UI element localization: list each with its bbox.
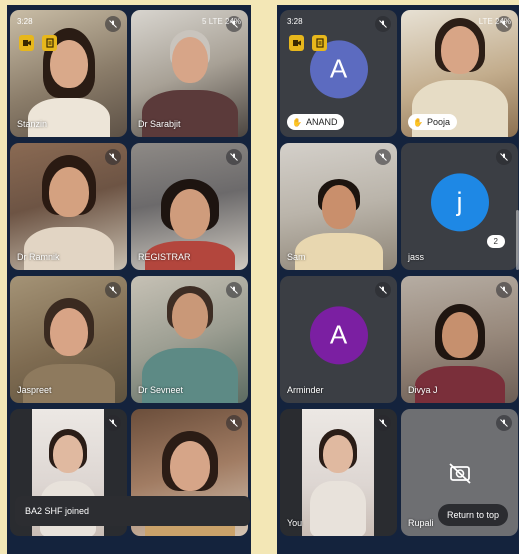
- meeting-indicators: [19, 35, 57, 51]
- mic-muted-icon: [496, 149, 512, 165]
- raised-hand-icon: ✋: [413, 117, 423, 127]
- participant-name-pill: ✋ ANAND: [287, 114, 345, 130]
- participant-name: ANAND: [305, 117, 338, 127]
- participant-name: Arminder: [287, 385, 324, 395]
- raised-hand-icon: ✋: [292, 117, 302, 127]
- participant-grid: Stanzin Dr Sarabjit Dr Ramnik REGISTRAR …: [10, 10, 248, 536]
- participant-avatar: A: [309, 305, 368, 364]
- mic-muted-icon: [375, 282, 391, 298]
- mic-muted-icon: [226, 16, 242, 32]
- participant-tile[interactable]: Stanzin: [10, 10, 127, 137]
- left-phone-screen: 3:28 5 LTE 24% Stanzin Dr Sarabjit Dr Ra…: [7, 5, 251, 554]
- participant-name: Dr Sevneet: [138, 385, 184, 395]
- participant-tile[interactable]: Divya J: [401, 276, 518, 403]
- participant-name: Sam: [287, 252, 306, 262]
- mic-muted-icon: [105, 16, 121, 32]
- participant-name-pill: ✋ Pooja: [408, 114, 457, 130]
- participant-name: You: [287, 518, 303, 528]
- participant-avatar: j: [430, 172, 489, 231]
- mic-muted-icon: [496, 415, 512, 431]
- participant-name: Stanzin: [17, 119, 48, 129]
- participant-tile[interactable]: Dr Ramnik: [10, 143, 127, 270]
- mic-muted-icon: [375, 16, 391, 32]
- participant-tile[interactable]: Dr Sarabjit: [131, 10, 248, 137]
- participant-tile[interactable]: Jaspreet: [10, 276, 127, 403]
- participant-name: Pooja: [426, 117, 450, 127]
- participant-tile[interactable]: REGISTRAR: [131, 143, 248, 270]
- participant-name: Divya J: [408, 385, 438, 395]
- recording-indicator-icon[interactable]: [19, 35, 34, 51]
- participant-name: Dr Ramnik: [17, 252, 60, 262]
- participant-name: jass: [408, 252, 425, 262]
- document-indicator-icon[interactable]: [312, 35, 327, 51]
- camera-off-icon: [448, 462, 471, 484]
- right-phone-screen: 3:28 LTE 24% A ✋ ANAND ✋ Pooja Sam j 2 j…: [277, 5, 519, 554]
- participant-name: Rupali: [408, 518, 434, 528]
- meeting-indicators: [289, 35, 327, 51]
- participant-count-badge[interactable]: 2: [486, 235, 505, 248]
- participant-name: Dr Sarabjit: [138, 119, 181, 129]
- mic-muted-icon: [226, 282, 242, 298]
- mic-muted-icon: [105, 415, 121, 431]
- participant-tile[interactable]: Sam: [280, 143, 397, 270]
- participant-tile[interactable]: You: [280, 409, 397, 536]
- mic-muted-icon: [226, 149, 242, 165]
- participant-tile[interactable]: ✋ Pooja: [401, 10, 518, 137]
- mic-muted-icon: [375, 149, 391, 165]
- join-notification-toast: BA2 SHF joined: [15, 496, 250, 526]
- participant-name: REGISTRAR: [138, 252, 191, 262]
- participant-video: [302, 409, 374, 536]
- participant-tile[interactable]: Dr Sevneet: [131, 276, 248, 403]
- mic-muted-icon: [105, 149, 121, 165]
- mic-muted-icon: [226, 415, 242, 431]
- participant-tile[interactable]: A Arminder: [280, 276, 397, 403]
- participant-grid: A ✋ ANAND ✋ Pooja Sam j 2 jass A Arminde…: [280, 10, 518, 536]
- mic-muted-icon: [375, 415, 391, 431]
- mic-muted-icon: [496, 16, 512, 32]
- recording-indicator-icon[interactable]: [289, 35, 304, 51]
- participant-tile[interactable]: j 2 jass: [401, 143, 518, 270]
- mic-muted-icon: [105, 282, 121, 298]
- participant-name: Jaspreet: [17, 385, 52, 395]
- mic-muted-icon: [496, 282, 512, 298]
- return-to-top-button[interactable]: Return to top: [438, 504, 509, 526]
- participant-tile[interactable]: A ✋ ANAND: [280, 10, 397, 137]
- document-indicator-icon[interactable]: [42, 35, 57, 51]
